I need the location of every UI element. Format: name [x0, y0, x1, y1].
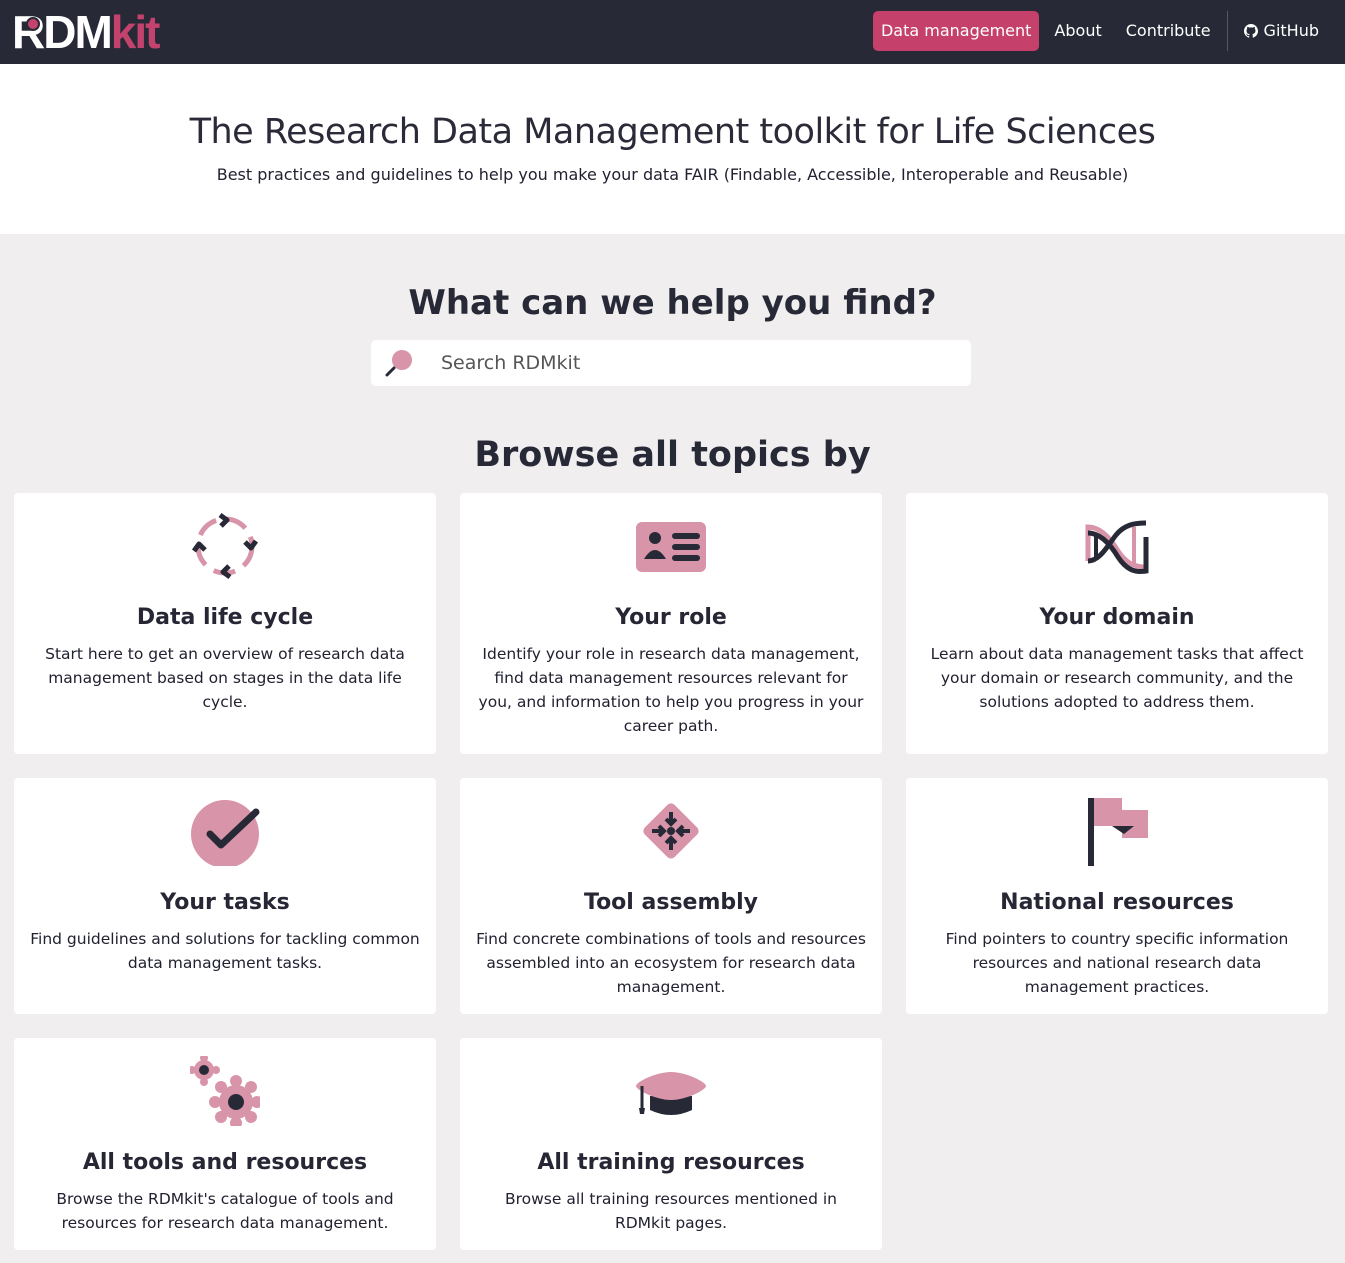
graduation-cap-icon [636, 1072, 706, 1115]
card-description: Find pointers to country specific inform… [945, 930, 1289, 996]
card-title: Data life cycle [136, 605, 314, 630]
gears-icon [190, 1056, 260, 1126]
nav-github[interactable]: GitHub [1232, 11, 1331, 51]
card-description: Find guidelines and solutions for tackli… [30, 930, 420, 972]
card-all-tools[interactable]: All tools and resources Browse the RDMki… [14, 1038, 436, 1250]
card-tool-assembly[interactable]: Tool assembly Find concrete combinations… [460, 778, 882, 1014]
nav-contribute[interactable]: Contribute [1114, 11, 1223, 51]
card-your-tasks[interactable]: Your tasks Find guidelines and solutions… [14, 778, 436, 1014]
search-heading: What can we help you find? [408, 283, 937, 323]
card-title: Your tasks [160, 890, 290, 915]
search-icon [385, 350, 412, 377]
check-circle-icon [191, 800, 260, 866]
card-description: Identify your role in research data mana… [478, 645, 864, 735]
card-description: Find concrete combinations of tools and … [476, 930, 866, 996]
card-your-role[interactable]: Your role Identify your role in research… [460, 493, 882, 754]
nav-data-management[interactable]: Data management [872, 11, 1040, 51]
github-label: GitHub [1263, 21, 1319, 40]
navbar: RDM kit Data management About Contribute … [0, 0, 1345, 64]
card-your-domain[interactable]: Your domain Learn about data management … [906, 493, 1328, 754]
search-input[interactable] [441, 340, 941, 386]
logo-text-main: RDM [12, 6, 113, 58]
logo-text-accent: kit [110, 6, 161, 58]
card-title: Your role [615, 605, 727, 630]
nav-links: Data management About Contribute GitHub [872, 11, 1331, 51]
card-description: Browse all training resources mentioned … [504, 1190, 837, 1232]
card-title: All tools and resources [82, 1150, 368, 1175]
card-all-training[interactable]: All training resources Browse all traini… [460, 1038, 882, 1250]
nav-about[interactable]: About [1042, 11, 1113, 51]
logo-dot [26, 17, 40, 31]
card-title: National resources [1000, 890, 1234, 915]
card-title: Your domain [1039, 605, 1195, 630]
card-title: All training resources [537, 1150, 805, 1175]
github-icon [1243, 24, 1258, 38]
nav-divider [1226, 11, 1228, 51]
cycle-icon [191, 512, 259, 580]
card-description: Start here to get an overview of researc… [45, 645, 405, 711]
search-box[interactable] [371, 340, 971, 386]
page-title: The Research Data Management toolkit for… [189, 112, 1156, 152]
page-subtitle: Best practices and guidelines to help yo… [216, 165, 1129, 184]
flag-icon [1088, 798, 1148, 866]
id-card-icon [636, 522, 706, 572]
dna-icon [1085, 520, 1149, 574]
rdmkit-logo[interactable]: RDM kit [12, 6, 161, 58]
card-national-resources[interactable]: National resources Find pointers to coun… [906, 778, 1328, 1014]
card-title: Tool assembly [583, 890, 759, 915]
browse-heading: Browse all topics by [474, 435, 871, 475]
assembly-icon [643, 803, 699, 859]
card-data-life-cycle[interactable]: Data life cycle Start here to get an ove… [14, 493, 436, 754]
hero: The Research Data Management toolkit for… [0, 64, 1345, 234]
card-description: Browse the RDMkit's catalogue of tools a… [56, 1190, 394, 1232]
card-description: Learn about data management tasks that a… [930, 645, 1304, 711]
